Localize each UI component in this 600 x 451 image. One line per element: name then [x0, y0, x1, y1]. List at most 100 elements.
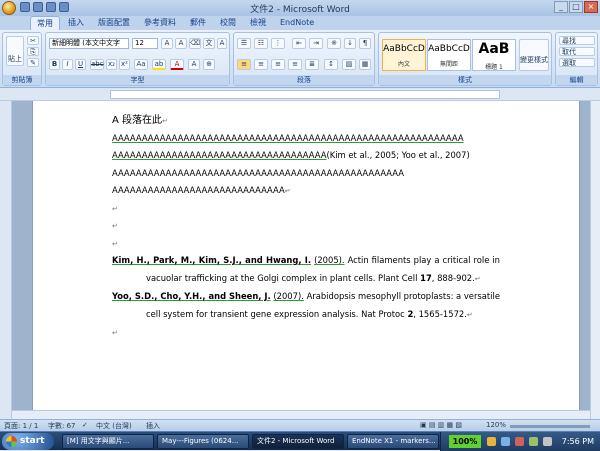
- increase-indent-icon[interactable]: ⇥: [309, 38, 323, 49]
- paste-button[interactable]: 貼上: [6, 36, 24, 66]
- tab-references[interactable]: 參考資料: [138, 16, 182, 30]
- taskbar-item-active[interactable]: 文件2 - Microsoft Word: [252, 434, 344, 449]
- tab-endnote[interactable]: EndNote: [274, 16, 320, 30]
- format-painter-icon[interactable]: ✎: [27, 58, 39, 67]
- borders-icon[interactable]: ▦: [359, 59, 371, 70]
- vertical-scrollbar[interactable]: [590, 101, 600, 419]
- security-icon[interactable]: [515, 437, 524, 446]
- zoom-level[interactable]: 120%: [486, 421, 506, 429]
- tab-review[interactable]: 校閱: [214, 16, 242, 30]
- underline-icon[interactable]: U: [75, 59, 86, 70]
- replace-button[interactable]: 取代: [559, 47, 595, 56]
- char-border-icon[interactable]: A: [217, 38, 227, 49]
- copy-icon[interactable]: ⎘: [27, 47, 39, 56]
- numbering-icon[interactable]: ☷: [254, 38, 268, 49]
- chinese-layout-icon[interactable]: ※: [327, 38, 341, 49]
- align-center-icon[interactable]: ≡: [254, 59, 268, 70]
- zoom-slider[interactable]: [510, 425, 590, 428]
- style-heading-1[interactable]: AaB 標題 1: [472, 39, 516, 71]
- heading-line: A 段落在此↵: [112, 115, 168, 126]
- start-button[interactable]: start: [2, 433, 54, 450]
- font-group-label: 字型: [46, 75, 229, 85]
- taskbar-item[interactable]: May---Figures (0624...: [157, 434, 249, 449]
- distributed-icon[interactable]: ≣: [305, 59, 319, 70]
- heading-text: A 段落在此: [112, 115, 163, 126]
- ruler-bar: [0, 89, 600, 101]
- shrink-font-icon[interactable]: A: [175, 38, 187, 49]
- tab-insert[interactable]: 插入: [62, 16, 90, 30]
- language-indicator[interactable]: 中文 (台灣): [96, 421, 132, 431]
- document-body[interactable]: A 段落在此↵ AAAAAAAAAAAAAAAAAAAAAAAAAAAAAAAA…: [112, 112, 500, 342]
- style-no-spacing[interactable]: AaBbCcD 無間距: [427, 39, 471, 71]
- cut-icon[interactable]: ✂: [27, 36, 39, 45]
- tab-view[interactable]: 檢視: [244, 16, 272, 30]
- insert-mode[interactable]: 插入: [146, 421, 160, 431]
- horizontal-scrollbar[interactable]: [12, 410, 590, 419]
- title-bar: 文件2 - Microsoft Word _ □ ×: [0, 0, 600, 16]
- window-title: 文件2 - Microsoft Word: [250, 5, 350, 15]
- clock[interactable]: 7:56 PM: [562, 437, 594, 446]
- tray-zoom[interactable]: 100%: [449, 435, 481, 448]
- multilevel-list-icon[interactable]: ⋮: [271, 38, 285, 49]
- vertical-ruler[interactable]: [0, 101, 12, 419]
- change-case-icon[interactable]: Aa: [134, 59, 148, 70]
- bold-icon[interactable]: B: [49, 59, 60, 70]
- align-left-icon[interactable]: ≡: [237, 59, 251, 70]
- tab-page-layout[interactable]: 版面配置: [92, 16, 136, 30]
- view-buttons-icon[interactable]: ▣ ▤ ▥ ▦ ▧: [420, 421, 462, 429]
- horizontal-ruler[interactable]: [110, 90, 500, 99]
- body-line: AAAAAAAAAAAAAAAAAAAAAAAAAAAAAAAAAAAAAAAA…: [112, 165, 500, 183]
- find-button[interactable]: 尋找: [559, 36, 595, 45]
- update-icon[interactable]: [529, 437, 538, 446]
- style-normal[interactable]: AaBbCcD 內文: [382, 39, 426, 71]
- select-button[interactable]: 選取: [559, 58, 595, 67]
- superscript-icon[interactable]: x²: [119, 59, 130, 70]
- phonetic-icon[interactable]: 文: [203, 38, 215, 49]
- grow-font-icon[interactable]: A: [161, 38, 173, 49]
- char-shading-icon[interactable]: A: [188, 59, 200, 70]
- show-marks-icon[interactable]: ¶: [359, 38, 371, 49]
- strikethrough-icon[interactable]: abc: [90, 59, 104, 70]
- highlight-icon[interactable]: ab: [152, 59, 166, 70]
- maximize-button[interactable]: □: [569, 1, 583, 13]
- empty-paragraph: ↵: [112, 204, 118, 213]
- style-sample: AaBbCcD: [383, 44, 425, 54]
- body-text: AAAAAAAAAAAAAAAAAAAAAAAAAAAAAAAAAAAA: [112, 150, 327, 160]
- taskbar-item[interactable]: EndNote X1 - markers...: [347, 434, 439, 449]
- sort-icon[interactable]: ↓: [344, 38, 356, 49]
- ribbon: 貼上 ✂ ⎘ ✎ 剪貼簿 新細明體 (本文中文字 12 A A ⌫ 文 A B …: [0, 30, 600, 88]
- style-sample: AaBbCcD: [428, 44, 470, 54]
- tab-home[interactable]: 常用: [30, 16, 60, 30]
- subscript-icon[interactable]: x₂: [106, 59, 117, 70]
- align-right-icon[interactable]: ≡: [271, 59, 285, 70]
- clear-format-icon[interactable]: ⌫: [189, 38, 201, 49]
- font-size-select[interactable]: 12: [132, 38, 158, 49]
- body-text: AAAAAAAAAAAAAAAAAAAAAAAAAAAAAAAAAAAAAAAA…: [112, 167, 404, 178]
- change-styles-button[interactable]: 變更樣式: [519, 39, 549, 71]
- tab-mailings[interactable]: 郵件: [184, 16, 212, 30]
- network-icon[interactable]: [487, 437, 496, 446]
- spelling-icon[interactable]: ✓: [82, 421, 88, 429]
- reference-entry: Yoo, S.D., Cho, Y.H., and Sheen, J. (200…: [112, 291, 500, 319]
- status-bar: 頁面: 1 / 1 字數: 67 ✓ 中文 (台灣) 插入 ▣ ▤ ▥ ▦ ▧ …: [0, 419, 600, 431]
- paragraph-group: ☰ ☷ ⋮ ⇤ ⇥ ※ ↓ ¶ ≡ ≡ ≡ ≡ ≣ ↕ ▨ ▦ 段落: [233, 32, 375, 86]
- justify-icon[interactable]: ≡: [288, 59, 302, 70]
- page-count[interactable]: 頁面: 1 / 1: [4, 421, 38, 431]
- style-name: 無間距: [439, 61, 458, 68]
- body-line: AAAAAAAAAAAAAAAAAAAAAAAAAAAAAAAAAAAA(Kim…: [112, 147, 500, 165]
- tray-app-icon[interactable]: [543, 437, 552, 446]
- minimize-button[interactable]: _: [554, 1, 568, 13]
- decrease-indent-icon[interactable]: ⇤: [292, 38, 306, 49]
- taskbar-item[interactable]: [M] 用文字與顯片...: [62, 434, 154, 449]
- font-name-select[interactable]: 新細明體 (本文中文字: [49, 38, 129, 49]
- start-label: start: [20, 436, 45, 446]
- font-color-icon[interactable]: A: [170, 59, 184, 70]
- italic-icon[interactable]: I: [62, 59, 73, 70]
- enclose-char-icon[interactable]: ⊕: [203, 59, 215, 70]
- shading-icon[interactable]: ▨: [342, 59, 356, 70]
- word-count[interactable]: 字數: 67: [48, 421, 76, 431]
- close-button[interactable]: ×: [584, 1, 598, 13]
- bullets-icon[interactable]: ☰: [237, 38, 251, 49]
- line-spacing-icon[interactable]: ↕: [324, 59, 338, 70]
- volume-icon[interactable]: [501, 437, 510, 446]
